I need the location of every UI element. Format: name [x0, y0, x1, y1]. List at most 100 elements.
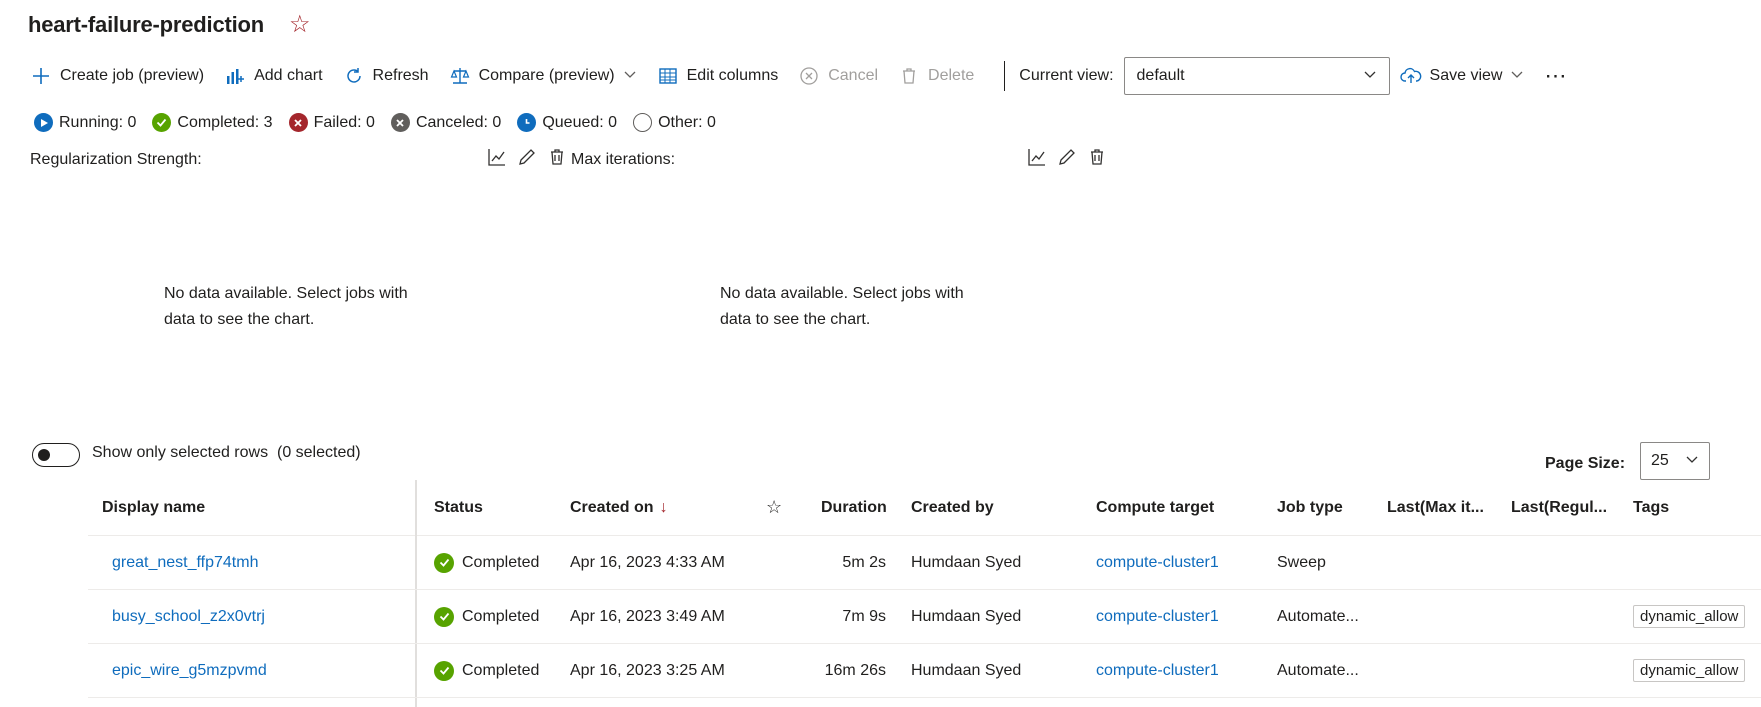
table-row[interactable]: busy_school_z2x0vtrj Completed Apr 16, 2…	[88, 590, 1761, 644]
status-failed-label: Failed: 0	[313, 113, 375, 131]
page-title: heart-failure-prediction	[28, 12, 265, 37]
duration-cell: 7m 9s	[842, 607, 886, 625]
delete-label: Delete	[928, 67, 975, 84]
chart-toolbar	[486, 146, 568, 168]
status-completed-label: Completed: 3	[177, 113, 273, 131]
star-icon[interactable]: ☆	[289, 10, 311, 39]
cancel-button[interactable]: Cancel	[788, 56, 888, 96]
status-canceled[interactable]: Canceled: 0	[390, 113, 502, 132]
status-completed[interactable]: Completed: 3	[152, 113, 273, 132]
duration-cell: 16m 26s	[824, 661, 886, 679]
column-duration[interactable]: Duration	[821, 480, 887, 535]
page-size-dropdown[interactable]: 25	[1640, 442, 1710, 480]
trash-icon	[898, 65, 920, 87]
save-view-button[interactable]: Save view	[1390, 56, 1535, 96]
column-tags[interactable]: Tags	[1633, 480, 1669, 535]
status-queued-label: Queued: 0	[542, 113, 618, 131]
edit-icon[interactable]	[516, 146, 538, 168]
checkmark-icon	[152, 113, 172, 132]
status-other[interactable]: Other: 0	[633, 113, 716, 132]
trash-icon[interactable]	[546, 146, 568, 168]
edit-columns-button[interactable]: Edit columns	[647, 56, 789, 96]
tag-chip[interactable]: dynamic_allow	[1633, 605, 1746, 628]
sort-descending-icon: ↓	[659, 498, 668, 516]
edit-icon[interactable]	[1056, 146, 1078, 168]
column-last-max-iterations[interactable]: Last(Max it...	[1387, 480, 1484, 535]
selected-count: (0 selected)	[276, 444, 361, 461]
error-icon	[288, 113, 308, 132]
compare-label: Compare (preview)	[478, 67, 615, 84]
chart-title-regularization: Regularization Strength:	[30, 151, 202, 168]
status-text: Completed	[462, 553, 540, 571]
status-failed[interactable]: Failed: 0	[288, 113, 375, 132]
column-display-name[interactable]: Display name	[102, 480, 205, 535]
bar-chart-icon	[224, 65, 246, 87]
no-data-message: No data available. Select jobs with data…	[720, 285, 964, 328]
save-view-label: Save view	[1429, 67, 1503, 84]
status-queued[interactable]: Queued: 0	[517, 113, 617, 132]
cancel-label: Cancel	[828, 67, 879, 84]
created-on-cell: Apr 16, 2023 3:25 AM	[570, 661, 725, 679]
scale-icon	[449, 65, 471, 87]
refresh-button[interactable]: Refresh	[333, 56, 439, 96]
current-view-label: Current view:	[1019, 67, 1114, 84]
chevron-down-icon	[623, 67, 637, 86]
cloud-upload-icon	[1399, 65, 1422, 87]
refresh-icon	[343, 65, 365, 87]
more-options-button[interactable]: ⋯	[1534, 63, 1577, 89]
job-type-cell: Automate...	[1277, 661, 1359, 679]
chevron-down-icon	[1363, 67, 1377, 86]
current-view-dropdown[interactable]: default	[1123, 57, 1390, 95]
show-selected-toggle[interactable]	[32, 443, 80, 467]
plus-icon	[30, 65, 52, 87]
created-by-cell: Humdaan Syed	[911, 607, 1022, 625]
add-chart-button[interactable]: Add chart	[214, 56, 332, 96]
run-name-link[interactable]: great_nest_ffp74tmh	[112, 536, 258, 589]
created-on-cell: Apr 16, 2023 3:49 AM	[570, 607, 725, 625]
compute-target-link[interactable]: compute-cluster1	[1096, 644, 1219, 697]
trash-icon[interactable]	[1086, 146, 1108, 168]
table-row[interactable]: epic_wire_g5mzpvmd Completed Apr 16, 202…	[88, 644, 1761, 698]
run-name-link[interactable]: busy_school_z2x0vtrj	[112, 590, 265, 643]
page-size-label: Page Size:	[1545, 455, 1626, 472]
column-created-on-label: Created on	[570, 498, 654, 516]
create-job-button[interactable]: Create job (preview)	[30, 56, 214, 96]
page-size-value: 25	[1651, 452, 1669, 469]
column-last-regularization[interactable]: Last(Regul...	[1511, 480, 1607, 535]
chevron-down-icon	[1685, 452, 1699, 471]
star-icon[interactable]: ☆	[766, 480, 782, 535]
line-chart-icon[interactable]	[1026, 146, 1048, 168]
checkmark-icon	[434, 606, 454, 627]
column-status[interactable]: Status	[434, 480, 483, 535]
clock-icon	[517, 113, 537, 132]
chevron-down-icon	[1510, 67, 1524, 86]
status-running-label: Running: 0	[59, 113, 137, 131]
checkmark-icon	[434, 552, 454, 573]
cancel-circle-icon	[798, 65, 820, 87]
column-job-type[interactable]: Job type	[1277, 480, 1343, 535]
status-canceled-label: Canceled: 0	[415, 113, 502, 131]
column-compute-target[interactable]: Compute target	[1096, 480, 1214, 535]
edit-columns-label: Edit columns	[686, 67, 779, 84]
table-row[interactable]: great_nest_ffp74tmh Completed Apr 16, 20…	[88, 536, 1761, 590]
status-cell: Completed	[434, 590, 539, 643]
tag-chip[interactable]: dynamic_allow	[1633, 659, 1746, 682]
status-running[interactable]: Running: 0	[34, 113, 136, 132]
created-by-cell: Humdaan Syed	[911, 661, 1022, 679]
compute-target-link[interactable]: compute-cluster1	[1096, 590, 1219, 643]
command-bar: Create job (preview) Add chart Refresh C…	[30, 55, 1577, 97]
compute-target-link[interactable]: compute-cluster1	[1096, 536, 1219, 589]
status-other-label: Other: 0	[658, 113, 716, 131]
add-chart-label: Add chart	[254, 67, 323, 84]
duration-cell: 5m 2s	[842, 553, 886, 571]
column-created-on[interactable]: Created on ↓	[570, 480, 668, 535]
run-name-link[interactable]: epic_wire_g5mzpvmd	[112, 644, 267, 697]
tags-cell: dynamic_allow	[1633, 590, 1761, 643]
status-cell: Completed	[434, 644, 539, 697]
line-chart-icon[interactable]	[486, 146, 508, 168]
column-created-by[interactable]: Created by	[911, 480, 994, 535]
status-text: Completed	[462, 607, 540, 625]
compare-button[interactable]: Compare (preview)	[439, 56, 647, 96]
delete-button[interactable]: Delete	[888, 56, 984, 96]
chart-title-max-iterations: Max iterations:	[571, 151, 676, 168]
